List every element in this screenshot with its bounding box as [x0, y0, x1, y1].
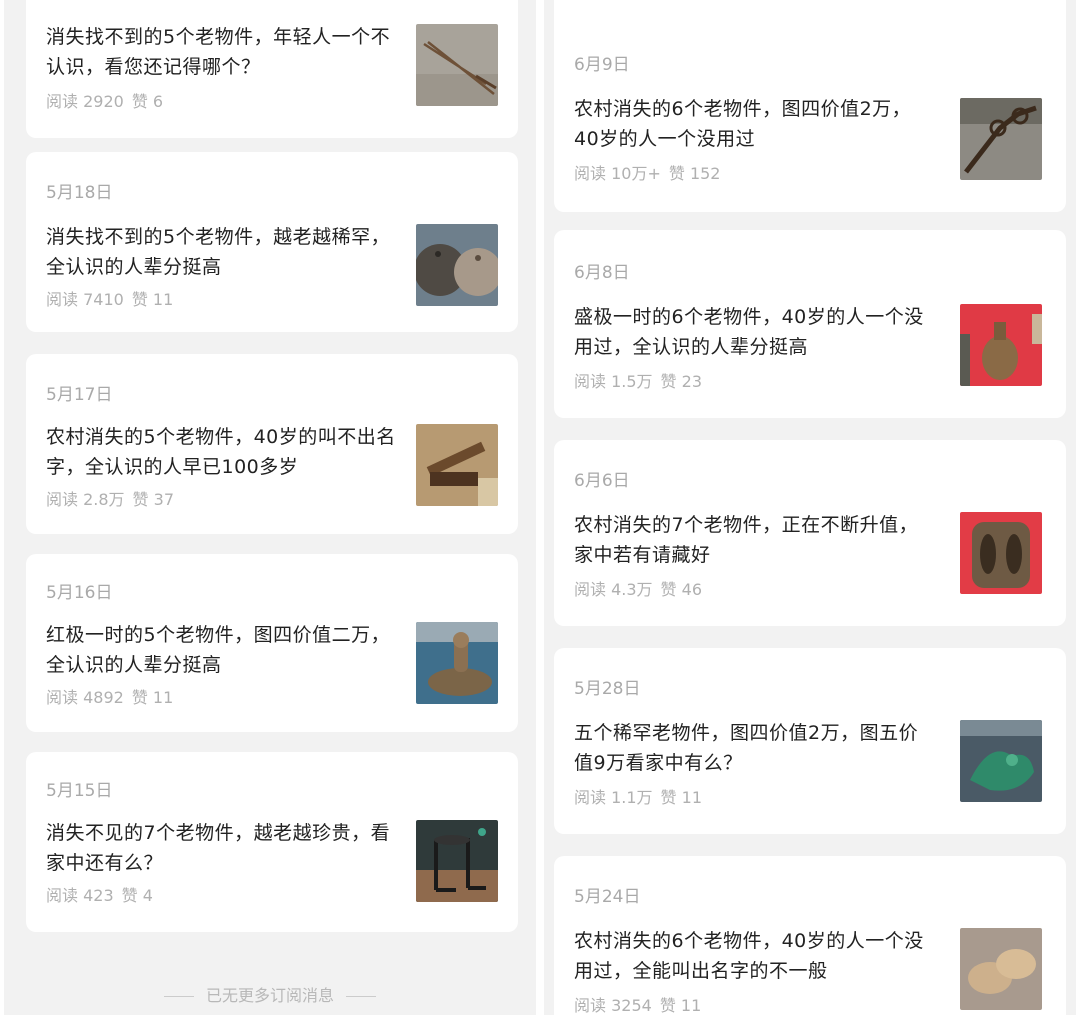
read-count: 阅读 423: [46, 886, 114, 905]
like-count: 赞 152: [668, 164, 721, 183]
article-title: 消失不见的7个老物件，越老越珍贵，看家中还有么？: [46, 822, 391, 874]
footer-note-text: 已无更多订阅消息: [205, 986, 334, 1005]
article-meta: 阅读 2.8万赞 37: [46, 486, 174, 510]
column-divider: [536, 0, 544, 1015]
article-title: 农村消失的5个老物件，40岁的叫不出名字，全认识的人早已100多岁: [46, 426, 396, 478]
stone-mortar-thumb: [416, 622, 498, 704]
clay-discs-thumb: [960, 928, 1042, 1010]
article-meta: 阅读 4.3万赞 46: [574, 576, 702, 600]
article-meta: 阅读 1.5万赞 23: [574, 368, 702, 392]
article-title: 红极一时的5个老物件，图四价值二万，全认识的人辈分挺高: [46, 624, 391, 676]
article-title: 盛极一时的6个老物件，40岁的人一个没用过，全认识的人辈分挺高: [574, 306, 924, 358]
wooden-tool-thumb: [416, 424, 498, 506]
article-card[interactable]: 5月16日 红极一时的5个老物件，图四价值二万，全认识的人辈分挺高 阅读 489…: [26, 554, 518, 732]
article-meta: 阅读 3254 赞 11: [574, 992, 701, 1015]
jade-carving-thumb: [960, 720, 1042, 802]
article-date: 5月28日: [574, 679, 641, 699]
like-count: 赞 11: [659, 996, 702, 1015]
left-article-list: 消失找不到的5个老物件，年轻人一个不认识，看您还记得哪个？ 阅读 2920 赞 6…: [4, 0, 536, 1015]
article-title: 农村消失的6个老物件，图四价值2万，40岁的人一个没用过: [574, 98, 912, 150]
article-card[interactable]: 5月18日 消失找不到的5个老物件，越老越稀罕，全认识的人辈分挺高 阅读 741…: [26, 152, 518, 332]
article-title: 五个稀罕老物件，图四价值2万，图五价值9万看家中有么？: [574, 722, 919, 774]
article-card[interactable]: 6月8日 盛极一时的6个老物件，40岁的人一个没用过，全认识的人辈分挺高 阅读 …: [554, 230, 1066, 418]
read-count: 阅读 10万+: [574, 164, 661, 183]
article-title: 农村消失的6个老物件，40岁的人一个没用过，全能叫出名字的不一般: [574, 930, 924, 982]
like-count: 赞 46: [660, 580, 702, 599]
read-count: 阅读 2920: [46, 92, 124, 111]
article-date: 6月8日: [574, 263, 630, 283]
article-meta: 阅读 10万+ 赞 152: [574, 160, 721, 184]
divider-line: [163, 996, 194, 997]
article-card[interactable]: 5月24日 农村消失的6个老物件，40岁的人一个没用过，全能叫出名字的不一般 阅…: [554, 856, 1066, 1015]
article-card[interactable]: 5月28日 五个稀罕老物件，图四价值2万，图五价值9万看家中有么？ 阅读 1.1…: [554, 648, 1066, 834]
article-meta: 阅读 4892 赞 11: [46, 684, 173, 708]
article-meta: 阅读 2920 赞 6: [46, 88, 163, 112]
like-count: 赞 37: [132, 490, 174, 509]
stone-balls-thumb: [416, 224, 498, 306]
like-count: 赞 4: [121, 886, 153, 905]
like-count: 赞 11: [131, 688, 174, 707]
article-meta: 阅读 423 赞 4: [46, 882, 153, 906]
article-date: 5月16日: [46, 583, 113, 603]
article-date: 5月18日: [46, 183, 113, 203]
article-date: 6月9日: [574, 55, 630, 75]
like-count: 赞 11: [131, 290, 174, 309]
read-count: 阅读 1.1万: [574, 788, 653, 807]
article-title: 消失找不到的5个老物件，年轻人一个不认识，看您还记得哪个？: [46, 26, 391, 78]
article-date: 5月24日: [574, 887, 641, 907]
article-date: 5月15日: [46, 781, 113, 801]
iron-chain-thumb: [960, 98, 1042, 180]
no-more-messages-note: 已无更多订阅消息: [4, 982, 536, 1006]
read-count: 阅读 3254: [574, 996, 652, 1015]
article-title: 农村消失的7个老物件，正在不断升值，家中若有请藏好: [574, 514, 919, 566]
iron-stand-thumb: [416, 820, 498, 902]
right-article-list: 6月9日 农村消失的6个老物件，图四价值2万，40岁的人一个没用过 阅读 10万…: [544, 0, 1076, 1015]
article-card[interactable]: 消失找不到的5个老物件，年轻人一个不认识，看您还记得哪个？ 阅读 2920 赞 6: [26, 0, 518, 138]
read-count: 阅读 7410: [46, 290, 124, 309]
article-card[interactable]: 5月17日 农村消失的5个老物件，40岁的叫不出名字，全认识的人早已100多岁 …: [26, 354, 518, 534]
divider-line: [346, 996, 376, 997]
article-card[interactable]: 5月15日 消失不见的7个老物件，越老越珍贵，看家中还有么？ 阅读 423 赞 4: [26, 752, 518, 932]
read-count: 阅读 4.3万: [574, 580, 653, 599]
article-title: 消失找不到的5个老物件，越老越稀罕，全认识的人辈分挺高: [46, 226, 391, 278]
article-meta: 阅读 7410 赞 11: [46, 286, 173, 310]
article-date: 5月17日: [46, 385, 113, 405]
like-count: 赞 6: [131, 92, 164, 111]
article-card[interactable]: 6月9日 农村消失的6个老物件，图四价值2万，40岁的人一个没用过 阅读 10万…: [554, 0, 1066, 212]
like-count: 赞 11: [660, 788, 702, 807]
like-count: 赞 23: [660, 372, 702, 391]
iron-mold-thumb: [960, 512, 1042, 594]
bronze-pot-thumb: [960, 304, 1042, 386]
article-meta: 阅读 1.1万赞 11: [574, 784, 702, 808]
read-count: 阅读 2.8万: [46, 490, 125, 509]
article-date: 6月6日: [574, 471, 630, 491]
read-count: 阅读 1.5万: [574, 372, 653, 391]
read-count: 阅读 4892: [46, 688, 124, 707]
article-card[interactable]: 6月6日 农村消失的7个老物件，正在不断升值，家中若有请藏好 阅读 4.3万赞 …: [554, 440, 1066, 626]
rusty-tongs-thumb: [416, 24, 498, 106]
